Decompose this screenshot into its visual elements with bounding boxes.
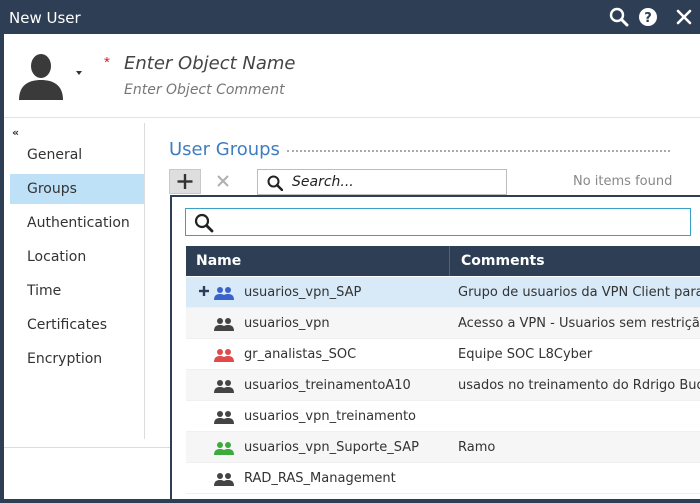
- group-grid-rows: usuarios_vpn_SAP Grupo de usuarios da VPN…: [186, 277, 700, 494]
- user-group-icon: [214, 349, 234, 362]
- group-name: RAD_RAS_Management: [244, 471, 396, 486]
- table-row[interactable]: usuarios_vpn Acesso a VPN - Usuarios sem …: [186, 308, 700, 339]
- search-icon[interactable]: [609, 7, 629, 27]
- svg-text:?: ?: [644, 11, 652, 26]
- new-user-window: New User ? * « General Gr: [0, 0, 700, 503]
- column-header-name[interactable]: Name: [196, 253, 241, 269]
- search-icon: [194, 213, 214, 233]
- nav-divider: [144, 123, 145, 439]
- user-group-icon: [214, 473, 234, 486]
- groups-search-box[interactable]: [257, 169, 507, 195]
- group-picker-popup: Name Comments usuarios_vpn_SAP Grupo de u…: [170, 195, 700, 503]
- group-comment: Equipe SOC L8Cyber: [458, 347, 593, 362]
- empty-state-text: No items found: [573, 174, 673, 189]
- object-header: *: [4, 34, 700, 118]
- remove-group-button[interactable]: [209, 169, 237, 194]
- sidebar-item-certificates[interactable]: Certificates: [10, 310, 144, 340]
- table-row[interactable]: RAD_RAS_Management: [186, 463, 700, 494]
- group-comment: Grupo de usuarios da VPN Client para...: [458, 285, 700, 300]
- group-grid-header: Name Comments: [186, 246, 700, 276]
- popup-search-input[interactable]: [220, 213, 680, 231]
- table-row[interactable]: usuarios_vpn_SAP Grupo de usuarios da VPN…: [186, 277, 700, 308]
- group-comment: usados no treinamento do Rdrigo Bud...: [458, 378, 700, 393]
- groups-search-input[interactable]: [292, 173, 492, 191]
- group-name: usuarios_treinamentoA10: [244, 378, 411, 393]
- sidebar-item-encryption[interactable]: Encryption: [10, 344, 144, 374]
- sidebar-item-location[interactable]: Location: [10, 242, 144, 272]
- user-group-icon: [214, 380, 234, 393]
- plus-icon: [177, 174, 193, 189]
- user-group-icon: [214, 287, 234, 300]
- sidebar-item-groups[interactable]: Groups: [10, 174, 144, 204]
- plus-icon[interactable]: [198, 284, 210, 298]
- x-icon: [217, 175, 229, 187]
- popup-search-box[interactable]: [185, 208, 691, 236]
- search-icon: [267, 175, 283, 191]
- group-name: usuarios_vpn: [244, 316, 330, 331]
- add-group-button[interactable]: [169, 169, 201, 194]
- section-title: User Groups: [169, 139, 280, 160]
- user-group-icon: [214, 411, 234, 424]
- sidebar-item-time[interactable]: Time: [10, 276, 144, 306]
- help-icon[interactable]: ?: [638, 7, 658, 27]
- group-name: usuarios_vpn_Suporte_SAP: [244, 440, 419, 455]
- user-group-icon: [214, 442, 234, 455]
- window-title: New User: [9, 9, 81, 27]
- column-separator[interactable]: [449, 246, 450, 276]
- collapse-nav-icon[interactable]: «: [12, 126, 19, 139]
- group-name: gr_analistas_SOC: [244, 347, 357, 362]
- close-icon[interactable]: [674, 7, 694, 27]
- group-picker-body: Name Comments usuarios_vpn_SAP Grupo de u…: [172, 197, 700, 503]
- group-name: usuarios_vpn_SAP: [244, 285, 362, 300]
- sidebar-nav: General Groups Authentication Location T…: [10, 140, 144, 378]
- group-comment: Acesso a VPN - Usuarios sem restrição: [458, 316, 700, 331]
- user-avatar-icon[interactable]: [16, 50, 66, 100]
- column-header-comments[interactable]: Comments: [461, 253, 545, 269]
- user-group-icon: [214, 318, 234, 331]
- chevron-down-icon[interactable]: [76, 71, 82, 75]
- required-marker: *: [104, 54, 110, 71]
- group-comment: Ramo: [458, 440, 496, 455]
- title-bar: New User ?: [0, 0, 700, 34]
- table-row[interactable]: usuarios_vpn_treinamento: [186, 401, 700, 432]
- table-row[interactable]: gr_analistas_SOC Equipe SOC L8Cyber: [186, 339, 700, 370]
- object-comment-input[interactable]: [124, 80, 424, 100]
- group-name: usuarios_vpn_treinamento: [244, 409, 417, 424]
- sidebar-item-general[interactable]: General: [10, 140, 144, 170]
- table-row[interactable]: usuarios_treinamentoA10 usados no treinam…: [186, 370, 700, 401]
- sidebar-item-authentication[interactable]: Authentication: [10, 208, 144, 238]
- object-name-input[interactable]: [124, 51, 424, 75]
- section-divider: [287, 150, 670, 152]
- window-bottom-edge: [0, 499, 700, 503]
- table-row[interactable]: usuarios_vpn_Suporte_SAP Ramo: [186, 432, 700, 463]
